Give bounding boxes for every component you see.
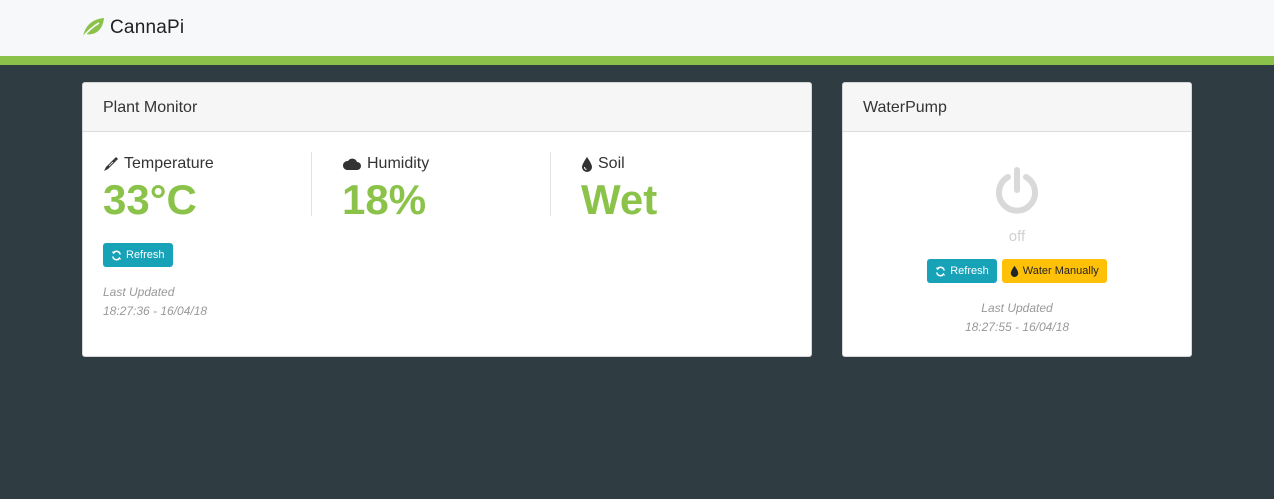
soil-value: Wet: [581, 176, 658, 223]
brand-name: CannaPi: [110, 17, 185, 38]
thermometer-icon: [104, 157, 118, 171]
temperature-label: Temperature: [124, 155, 214, 172]
last-updated-value: 18:27:36 - 16/04/18: [103, 304, 208, 318]
temperature-metric: Temperature 33°C: [103, 152, 214, 223]
pump-refresh-button[interactable]: Refresh: [927, 259, 997, 283]
metrics-row: Temperature 33°C Humidity 18% Soil Wet: [83, 132, 811, 282]
last-updated-label: Last Updated: [981, 301, 1053, 315]
temperature-value: 33°C: [103, 176, 197, 223]
soil-metric: Soil Wet: [581, 152, 657, 223]
power-icon[interactable]: [992, 166, 1042, 216]
metric-divider: [550, 152, 551, 216]
refresh-icon: [111, 250, 122, 260]
brand-link[interactable]: CannaPi: [81, 17, 184, 39]
plant-last-updated: Last Updated 18:27:36 - 16/04/18: [103, 283, 207, 321]
plant-refresh-button[interactable]: Refresh: [103, 243, 173, 267]
metric-divider: [311, 152, 312, 216]
pump-refresh-label: Refresh: [950, 265, 989, 277]
humidity-metric: Humidity 18%: [342, 152, 429, 223]
humidity-value: 18%: [342, 176, 427, 223]
water-pump-card: WaterPump off Refresh Water Manually Las…: [842, 82, 1192, 357]
pump-status-text: off: [1008, 228, 1026, 245]
water-pump-title: WaterPump: [843, 83, 1191, 132]
refresh-icon: [936, 266, 946, 276]
water-manually-button[interactable]: Water Manually: [1001, 259, 1107, 283]
plant-refresh-label: Refresh: [126, 249, 165, 261]
water-manually-label: Water Manually: [1022, 265, 1099, 277]
pump-last-updated: Last Updated 18:27:55 - 16/04/18: [843, 299, 1191, 337]
water-drop-icon: [1010, 265, 1018, 277]
plant-monitor-title: Plant Monitor: [83, 83, 811, 132]
soil-label: Soil: [598, 155, 625, 172]
humidity-label: Humidity: [367, 155, 430, 172]
last-updated-value: 18:27:55 - 16/04/18: [964, 320, 1070, 334]
navbar: CannaPi: [0, 0, 1274, 56]
plant-monitor-card: Plant Monitor Temperature 33°C Humidity …: [82, 82, 812, 357]
accent-bar: [0, 56, 1274, 65]
cloud-icon: [342, 158, 361, 170]
last-updated-label: Last Updated: [103, 285, 175, 299]
leaf-icon: [81, 18, 104, 39]
water-drop-icon: [582, 157, 592, 172]
